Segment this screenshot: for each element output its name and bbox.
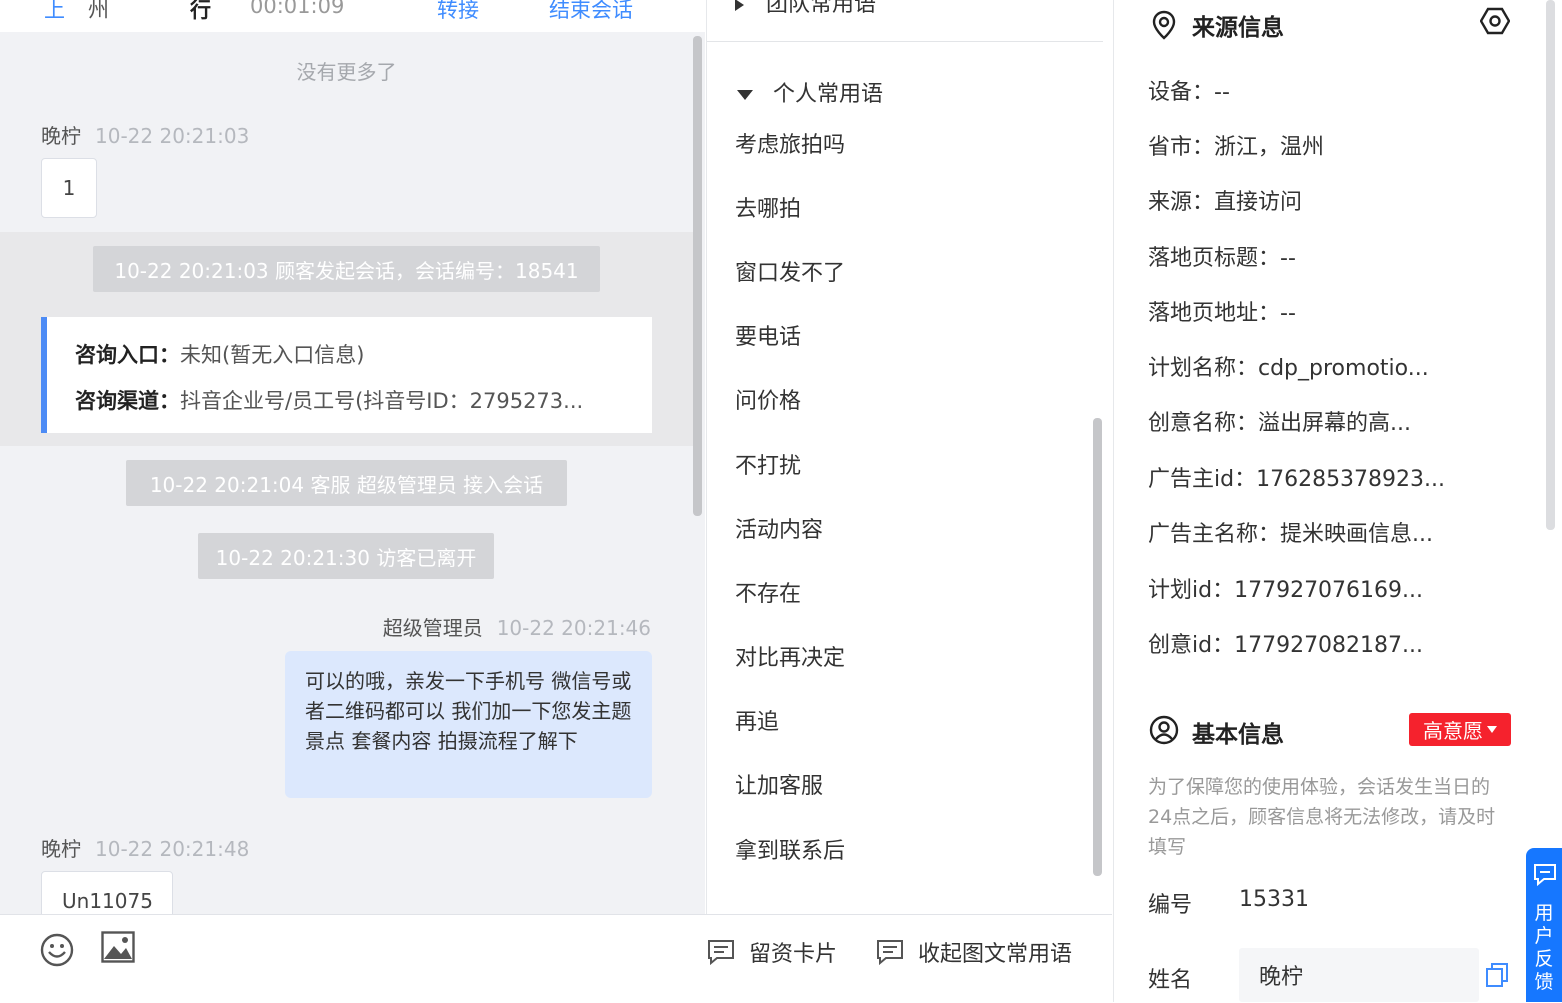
team-phrases-label: 团队常用语 (766, 0, 877, 17)
caret-down-icon (737, 90, 753, 100)
message-time: 10-22 20:21:46 (496, 616, 651, 640)
consult-entry-row: 咨询入口：未知(暂无入口信息) (75, 339, 364, 369)
image-icon[interactable] (101, 931, 135, 967)
consult-entry-value: 未知(暂无入口信息) (180, 343, 365, 367)
source-info-title: 来源信息 (1192, 15, 1284, 41)
message-header: 晚柠 10-22 20:21:03 (41, 120, 249, 149)
source-row: 落地页标题：-- (1148, 246, 1296, 271)
customer-info-panel: 来源信息 设备：-- 省市：浙江，温州 来源：直接访问 落地页标题：-- 落地页… (1113, 0, 1562, 1002)
copy-icon[interactable] (1485, 962, 1509, 992)
emoji-icon[interactable] (40, 933, 74, 971)
phrases-scrollbar[interactable] (1093, 418, 1102, 876)
name-field[interactable]: 晚柠 (1239, 948, 1479, 1002)
sender-name: 晚柠 (41, 124, 81, 148)
phrase-item[interactable]: 问价格 (735, 383, 801, 415)
consult-entry-label: 咨询入口： (75, 343, 180, 367)
source-row: 来源：直接访问 (1148, 190, 1303, 215)
source-row: 落地页地址：-- (1148, 301, 1296, 326)
name-label: 姓名 (1148, 968, 1193, 993)
chat-panel: 上 州 行 00:01:09 转接 结束会话 没有更多了 晚柠 10-22 20:… (0, 0, 705, 1002)
phrase-item[interactable]: 考虑旅拍吗 (735, 127, 845, 159)
user-feedback-tab[interactable]: 用户反馈 (1526, 848, 1562, 1002)
transfer-button[interactable]: 转接 (437, 0, 479, 24)
phrase-item[interactable]: 再追 (735, 704, 779, 736)
collapse-phrases-button[interactable]: 收起图文常用语 (876, 936, 1072, 968)
basic-info-title: 基本信息 (1192, 722, 1284, 748)
user-feedback-label: 用户反馈 (1534, 902, 1554, 993)
agent-name: 超级管理员 (382, 616, 483, 640)
location-pin-icon (1152, 10, 1176, 44)
feedback-chat-icon (1533, 862, 1557, 890)
divider (707, 41, 1103, 42)
id-label: 编号 (1148, 893, 1193, 918)
id-value: 15331 (1239, 887, 1309, 912)
message-time: 10-22 20:21:48 (95, 837, 250, 861)
info-scrollbar[interactable] (1546, 0, 1555, 530)
settings-icon[interactable] (1479, 6, 1511, 40)
system-message: 10-22 20:21:04 客服 超级管理员 接入会话 (126, 460, 567, 506)
message-header: 超级管理员 10-22 20:21:46 (383, 612, 651, 641)
message-header: 晚柠 10-22 20:21:48 (41, 833, 249, 862)
phrase-item[interactable]: 活动内容 (735, 512, 823, 544)
consult-channel-row: 咨询渠道：抖音企业号/员工号(抖音号ID：2795273... (75, 385, 583, 415)
message-card-icon (707, 939, 735, 965)
phrase-item[interactable]: 窗口发不了 (735, 255, 845, 287)
phrase-item[interactable]: 去哪拍 (735, 191, 801, 223)
phrase-item[interactable]: 不存在 (735, 576, 801, 608)
phrase-item[interactable]: 拿到联系后 (735, 833, 845, 865)
caret-down-icon (1487, 726, 1497, 733)
session-header-fragment: 行 (190, 0, 211, 22)
consult-info-card: 咨询入口：未知(暂无入口信息) 咨询渠道：抖音企业号/员工号(抖音号ID：279… (41, 317, 652, 433)
edit-notice: 为了保障您的使用体验，会话发生当日的24点之后，顾客信息将无法修改，请及时填写 (1148, 776, 1496, 858)
agent-message-bubble: 可以的哦，亲发一下手机号 微信号或者二维码都可以 我们加一下您发主题景点 套餐内… (285, 651, 652, 798)
session-header-fragment: 上 (44, 0, 65, 22)
lead-card-label: 留资卡片 (749, 942, 838, 967)
message-time: 10-22 20:21:03 (95, 124, 250, 148)
system-message: 10-22 20:21:30 访客已离开 (198, 533, 494, 579)
phrase-item[interactable]: 要电话 (735, 319, 801, 351)
phrase-item[interactable]: 对比再决定 (735, 640, 845, 672)
system-message: 10-22 20:21:03 顾客发起会话，会话编号：18541 (93, 246, 600, 292)
session-header-fragment: 州 (88, 0, 109, 22)
source-row: 广告主id：176285378923... (1148, 467, 1446, 492)
source-row: 创意名称：溢出屏幕的高... (1148, 411, 1411, 436)
source-row: 计划id：177927076169... (1148, 578, 1424, 603)
source-row: 设备：-- (1148, 80, 1230, 105)
customer-message-bubble: 1 (41, 158, 97, 218)
source-row: 省市：浙江，温州 (1148, 135, 1325, 160)
chat-scrollbar[interactable] (693, 36, 702, 516)
phrase-item[interactable]: 不打扰 (735, 448, 801, 480)
caret-right-icon (735, 0, 744, 11)
session-header: 上 州 行 00:01:09 转接 结束会话 (0, 0, 705, 32)
consult-channel-value: 抖音企业号/员工号(抖音号ID：2795273... (180, 389, 584, 413)
phrase-item[interactable]: 让加客服 (735, 768, 823, 800)
consult-channel-label: 咨询渠道： (75, 389, 180, 413)
no-more-label: 没有更多了 (296, 60, 397, 84)
personal-phrases-header[interactable]: 个人常用语 (737, 76, 883, 108)
intent-level-select[interactable]: 高意愿 (1409, 713, 1511, 746)
lead-card-button[interactable]: 留资卡片 (707, 936, 837, 968)
team-phrases-header[interactable]: 团队常用语 (735, 0, 876, 18)
session-duration: 00:01:09 (250, 0, 345, 18)
quick-phrases-panel: 团队常用语 个人常用语 考虑旅拍吗 去哪拍 窗口发不了 要电话 问价格 不打扰 … (706, 0, 1112, 914)
source-row: 计划名称：cdp_promotio... (1148, 356, 1429, 381)
user-circle-icon (1149, 715, 1179, 749)
message-card-icon (876, 939, 904, 965)
source-row: 广告主名称：提米映画信息... (1148, 522, 1433, 547)
collapse-phrases-label: 收起图文常用语 (918, 942, 1073, 967)
personal-phrases-label: 个人常用语 (773, 82, 884, 107)
intent-level-value: 高意愿 (1423, 719, 1483, 743)
sender-name: 晚柠 (41, 837, 81, 861)
source-row: 创意id：177927082187... (1148, 633, 1424, 658)
end-session-button[interactable]: 结束会话 (549, 0, 633, 24)
